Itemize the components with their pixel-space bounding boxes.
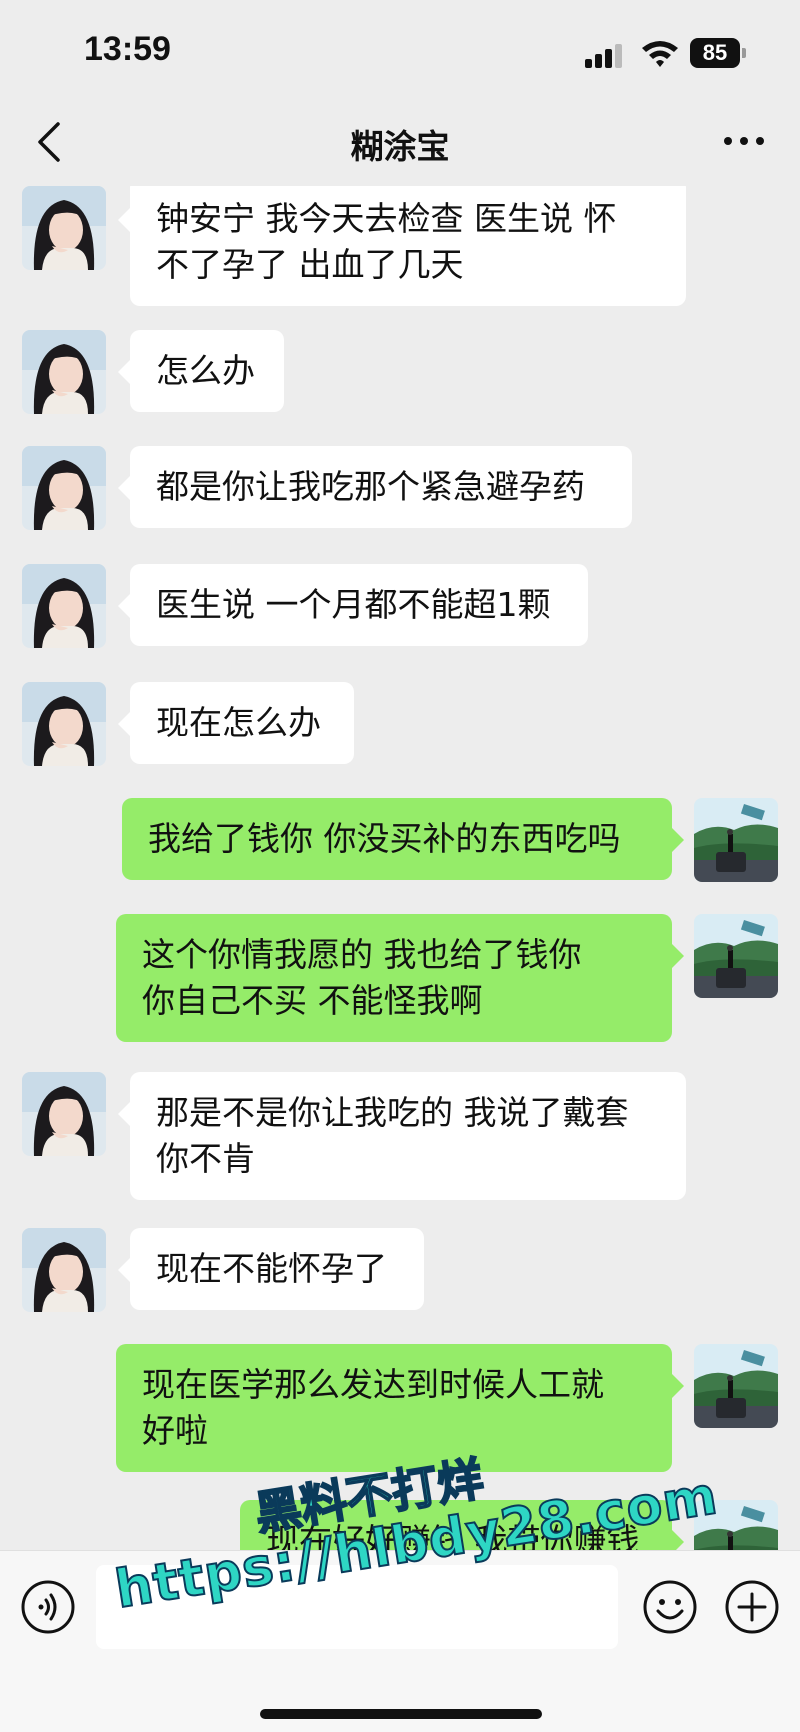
home-indicator[interactable] (260, 1709, 542, 1719)
received-message: 钟安宁 我今天去检查 医生说 怀 不了孕了 出血了几天 (0, 186, 800, 306)
more-actions-plus-icon[interactable] (724, 1579, 780, 1635)
more-options-icon[interactable] (722, 126, 766, 156)
cellular-signal-icon (585, 42, 625, 68)
message-bubble[interactable]: 钟安宁 我今天去检查 医生说 怀 不了孕了 出血了几天 (118, 186, 686, 306)
my-avatar[interactable] (694, 798, 778, 882)
contact-avatar[interactable] (22, 1228, 106, 1312)
wifi-icon (642, 41, 678, 67)
sent-message: 现在医学那么发达到时候人工就 好啦 (0, 1344, 800, 1472)
status-bar: 13:59 85 (0, 0, 800, 100)
sent-message: 这个你情我愿的 我也给了钱你 你自己不买 不能怪我啊 (0, 914, 800, 1042)
sent-message: 现在好好赚钱 我带你赚钱 (0, 1500, 800, 1550)
contact-avatar[interactable] (22, 446, 106, 530)
message-bubble[interactable]: 医生说 一个月都不能超1颗 (118, 564, 588, 646)
contact-avatar[interactable] (22, 564, 106, 648)
message-bubble[interactable]: 这个你情我愿的 我也给了钱你 你自己不买 不能怪我啊 (116, 914, 684, 1042)
contact-avatar[interactable] (22, 330, 106, 414)
received-message: 现在不能怀孕了 (0, 1228, 800, 1312)
message-bubble[interactable]: 都是你让我吃那个紧急避孕药 (118, 446, 632, 528)
input-bar (0, 1550, 800, 1732)
message-bubble[interactable]: 我给了钱你 你没买补的东西吃吗 (122, 798, 684, 880)
emoji-icon[interactable] (642, 1579, 698, 1635)
voice-input-icon[interactable] (20, 1579, 76, 1635)
message-bubble[interactable]: 那是不是你让我吃的 我说了戴套 你不肯 (118, 1072, 686, 1200)
message-input[interactable] (96, 1565, 618, 1649)
received-message: 医生说 一个月都不能超1颗 (0, 564, 800, 648)
received-message: 怎么办 (0, 330, 800, 414)
message-list[interactable]: 钟安宁 我今天去检查 医生说 怀 不了孕了 出血了几天 怎么办 都是你让我吃那个… (0, 186, 800, 1550)
received-message: 那是不是你让我吃的 我说了戴套 你不肯 (0, 1072, 800, 1200)
contact-avatar[interactable] (22, 1072, 106, 1156)
received-message: 现在怎么办 (0, 682, 800, 766)
my-avatar[interactable] (694, 1500, 778, 1550)
battery-level: 85 (690, 38, 740, 68)
chat-header: 糊涂宝 (0, 100, 800, 186)
chat-title: 糊涂宝 (350, 127, 450, 166)
contact-avatar[interactable] (22, 682, 106, 766)
my-avatar[interactable] (694, 914, 778, 998)
my-avatar[interactable] (694, 1344, 778, 1428)
message-bubble[interactable]: 怎么办 (118, 330, 284, 412)
message-bubble[interactable]: 现在怎么办 (118, 682, 354, 764)
received-message: 都是你让我吃那个紧急避孕药 (0, 446, 800, 530)
message-bubble[interactable]: 现在医学那么发达到时候人工就 好啦 (116, 1344, 684, 1472)
message-bubble[interactable]: 现在不能怀孕了 (118, 1228, 424, 1310)
sent-message: 我给了钱你 你没买补的东西吃吗 (0, 798, 800, 882)
status-time: 13:59 (84, 30, 171, 68)
battery-icon: 85 (690, 38, 746, 68)
contact-avatar[interactable] (22, 186, 106, 270)
message-bubble[interactable]: 现在好好赚钱 我带你赚钱 (240, 1500, 684, 1550)
